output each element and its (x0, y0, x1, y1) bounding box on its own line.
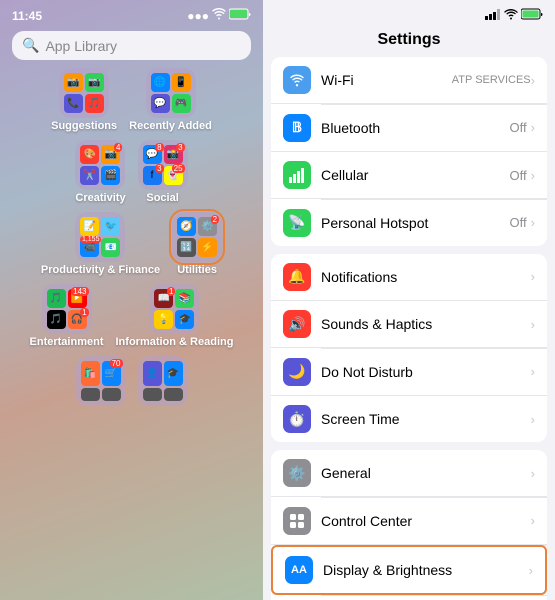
notifications-label: Notifications (321, 269, 531, 285)
settings-list: Wi-Fi ATP SERVICES › 𝔹 Bluetooth Off › (263, 57, 555, 600)
right-status-bar (263, 0, 555, 27)
information-label: Information & Reading (116, 336, 234, 348)
other-folder[interactable]: 👤 🎓 (138, 356, 188, 406)
app-library-panel: 11:45 ●●● 🔍 App Library (0, 0, 263, 600)
right-battery-icon (521, 8, 543, 23)
hotspot-chevron: › (531, 215, 535, 230)
social-folder[interactable]: 8 💬 3 📸 3 f 25 👻 So (138, 140, 188, 208)
time-display: 11:45 (12, 9, 42, 23)
hotspot-label: Personal Hotspot (321, 215, 510, 231)
battery-icon (229, 8, 251, 23)
right-status-icons (485, 8, 543, 23)
notifications-chevron: › (531, 269, 535, 284)
shopping-folder[interactable]: 🛍️ 70 🛒 (76, 356, 126, 406)
right-wifi-icon (504, 9, 518, 23)
signal-icon: ●●● (187, 9, 209, 23)
bluetooth-setting[interactable]: 𝔹 Bluetooth Off › (271, 105, 547, 152)
productivity-label: Productivity & Finance (41, 264, 160, 276)
utilities-folder[interactable]: 🧭 2 ⚙️ 🔢 ⚡ Utilities (172, 212, 222, 280)
dnd-label: Do Not Disturb (321, 364, 531, 380)
notifications-setting-icon: 🔔 (283, 263, 311, 291)
wifi-icon (212, 8, 226, 23)
homescreen-setting[interactable]: Home Screen › (271, 596, 547, 600)
control-center-setting[interactable]: Control Center › (271, 498, 547, 545)
left-status-bar: 11:45 ●●● (0, 0, 263, 27)
social-label: Social (146, 192, 178, 204)
wifi-setting[interactable]: Wi-Fi ATP SERVICES › (271, 57, 547, 104)
screentime-chevron: › (531, 412, 535, 427)
display-brightness-setting[interactable]: AA Display & Brightness › (271, 545, 547, 595)
settings-panel: Settings Wi-Fi ATP SERVICES › 𝔹 (263, 0, 555, 600)
search-label: App Library (45, 38, 117, 54)
sounds-setting-icon: 🔊 (283, 310, 311, 338)
notifications-group: 🔔 Notifications › 🔊 Sounds & Haptics › 🌙… (271, 254, 547, 443)
dnd-chevron: › (531, 364, 535, 379)
recently-added-label: Recently Added (129, 120, 212, 132)
suggestions-folder[interactable]: 📸 📷 📞 🎵 Suggestions (51, 68, 117, 136)
entertainment-folder[interactable]: 🎵 143 ▶️ 🎵 1 🎧 Entertainment (30, 284, 104, 352)
control-center-setting-icon (283, 507, 311, 535)
wifi-chevron: › (531, 73, 535, 88)
search-icon: 🔍 (22, 37, 39, 54)
suggestions-label: Suggestions (51, 120, 117, 132)
screentime-setting-icon: ⏱️ (283, 405, 311, 433)
status-icons: ●●● (187, 8, 251, 23)
sounds-label: Sounds & Haptics (321, 316, 531, 332)
screentime-setting[interactable]: ⏱️ Screen Time › (271, 396, 547, 442)
display-chevron: › (529, 563, 533, 578)
cellular-chevron: › (531, 168, 535, 183)
bluetooth-setting-icon: 𝔹 (283, 114, 311, 142)
sounds-setting[interactable]: 🔊 Sounds & Haptics › (271, 301, 547, 348)
bluetooth-label: Bluetooth (321, 120, 510, 136)
wifi-label: Wi-Fi (321, 72, 452, 88)
dnd-setting-icon: 🌙 (283, 358, 311, 386)
display-setting-icon: AA (285, 556, 313, 584)
general-label: General (321, 465, 531, 481)
recently-added-folder[interactable]: 🌐 📱 💬 🎮 Recently Added (129, 68, 212, 136)
bluetooth-chevron: › (531, 120, 535, 135)
entertainment-label: Entertainment (30, 336, 104, 348)
control-center-chevron: › (531, 513, 535, 528)
notifications-setting[interactable]: 🔔 Notifications › (271, 254, 547, 301)
cellular-setting-icon (283, 161, 311, 189)
utilities-label: Utilities (177, 264, 217, 276)
general-group: ⚙️ General › Control Center › (271, 450, 547, 600)
bluetooth-value: Off (510, 120, 527, 135)
hotspot-setting[interactable]: 📡 Personal Hotspot Off › (271, 200, 547, 246)
cellular-label: Cellular (321, 167, 510, 183)
general-chevron: › (531, 466, 535, 481)
app-library-search[interactable]: 🔍 App Library (12, 31, 251, 60)
signal-bars-icon (485, 9, 501, 23)
productivity-folder[interactable]: 📝 🐦 1,155 📹 📧 Productivity & Finance (41, 212, 160, 280)
general-setting-icon: ⚙️ (283, 459, 311, 487)
settings-title: Settings (263, 27, 555, 57)
information-folder[interactable]: 1 📖 📚 💡 🎓 Information & Reading (116, 284, 234, 352)
cellular-value: Off (510, 168, 527, 183)
connectivity-group: Wi-Fi ATP SERVICES › 𝔹 Bluetooth Off › (271, 57, 547, 246)
general-setting[interactable]: ⚙️ General › (271, 450, 547, 497)
control-center-label: Control Center (321, 513, 531, 529)
display-label: Display & Brightness (323, 562, 529, 578)
hotspot-setting-icon: 📡 (283, 209, 311, 237)
cellular-setting[interactable]: Cellular Off › (271, 152, 547, 199)
screentime-label: Screen Time (321, 411, 531, 427)
dnd-setting[interactable]: 🌙 Do Not Disturb › (271, 349, 547, 396)
creativity-folder[interactable]: 🎨 4 📷 ✂️ 🎬 Creativity (75, 140, 125, 208)
sounds-chevron: › (531, 317, 535, 332)
hotspot-value: Off (510, 215, 527, 230)
creativity-label: Creativity (75, 192, 125, 204)
wifi-setting-icon (283, 66, 311, 94)
